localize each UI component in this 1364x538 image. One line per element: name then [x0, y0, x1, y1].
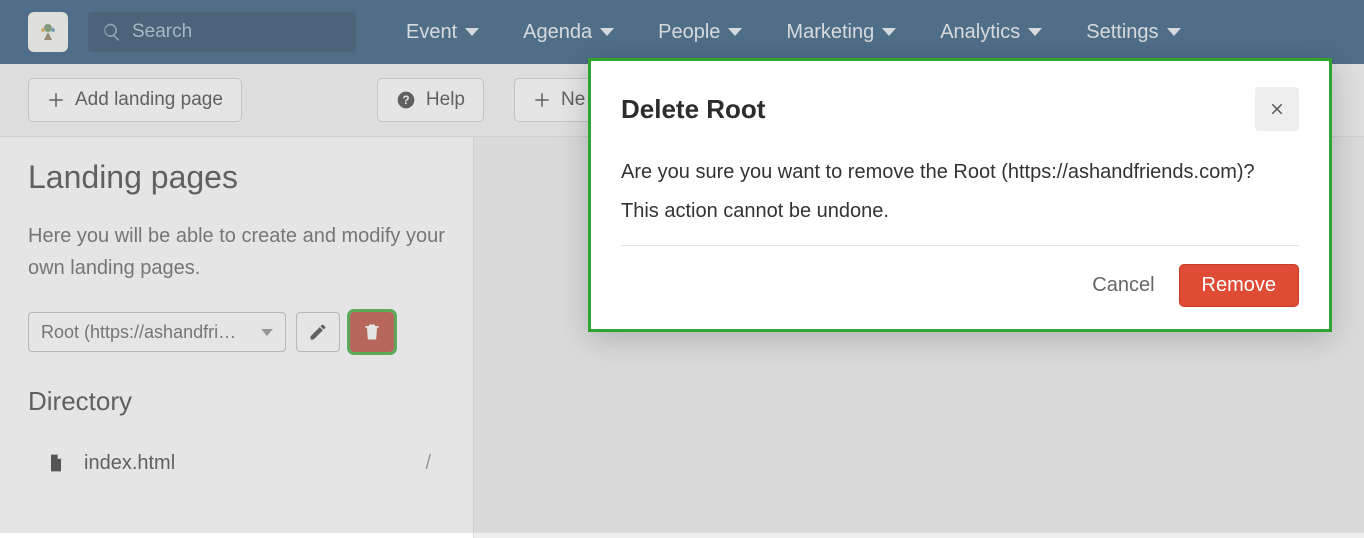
- sidebar-intro: Here you will be able to create and modi…: [28, 220, 445, 284]
- help-icon: ?: [396, 90, 416, 110]
- pencil-icon: [308, 322, 328, 342]
- root-select[interactable]: Root (https://ashandfri…: [28, 312, 286, 352]
- nav-item-agenda[interactable]: Agenda: [501, 21, 636, 44]
- button-label: Ne: [561, 89, 585, 111]
- directory-heading: Directory: [28, 386, 445, 417]
- help-button[interactable]: ? Help: [377, 78, 484, 122]
- edit-root-button[interactable]: [296, 312, 340, 352]
- remove-button[interactable]: Remove: [1179, 264, 1299, 307]
- search-icon: [102, 22, 122, 42]
- cancel-button[interactable]: Cancel: [1092, 274, 1154, 297]
- nav-label: Marketing: [786, 21, 874, 44]
- chevron-down-icon: [600, 28, 614, 36]
- nav-label: Agenda: [523, 21, 592, 44]
- nav-label: Analytics: [940, 21, 1020, 44]
- nav-item-people[interactable]: People: [636, 21, 764, 44]
- plus-icon: [47, 91, 65, 109]
- chevron-down-icon: [882, 28, 896, 36]
- root-row: Root (https://ashandfri…: [28, 312, 445, 352]
- search-input[interactable]: [132, 21, 332, 43]
- modal-body: Are you sure you want to remove the Root…: [621, 153, 1299, 246]
- root-select-label: Root (https://ashandfri…: [41, 322, 236, 343]
- directory-slash: /: [425, 452, 445, 475]
- close-icon: [1268, 100, 1286, 118]
- chevron-down-icon: [1028, 28, 1042, 36]
- close-button[interactable]: [1255, 87, 1299, 131]
- svg-text:?: ?: [402, 94, 409, 107]
- add-landing-page-button[interactable]: Add landing page: [28, 78, 242, 122]
- button-label: Add landing page: [75, 89, 223, 111]
- modal-footer: Cancel Remove: [621, 264, 1299, 307]
- nav-label: People: [658, 21, 720, 44]
- nav-label: Settings: [1086, 21, 1158, 44]
- chevron-down-icon: [1167, 28, 1181, 36]
- nav-item-settings[interactable]: Settings: [1064, 21, 1202, 44]
- directory-row[interactable]: index.html /: [28, 443, 445, 483]
- modal-text-line2: This action cannot be undone.: [621, 192, 1299, 231]
- nav-item-analytics[interactable]: Analytics: [918, 21, 1064, 44]
- top-nav: Event Agenda People Marketing Analytics …: [0, 0, 1364, 64]
- search-box[interactable]: [88, 12, 356, 52]
- delete-root-button[interactable]: [350, 312, 394, 352]
- nav-label: Event: [406, 21, 457, 44]
- nav-items: Event Agenda People Marketing Analytics …: [384, 21, 1203, 44]
- plus-icon: [533, 91, 551, 109]
- delete-root-modal: Delete Root Are you sure you want to rem…: [588, 58, 1332, 332]
- chevron-down-icon: [261, 329, 273, 336]
- directory-filename: index.html: [84, 452, 175, 475]
- file-icon: [46, 451, 66, 475]
- trash-icon: [362, 322, 382, 342]
- sidebar: Landing pages Here you will be able to c…: [0, 137, 474, 538]
- button-label: Help: [426, 89, 465, 111]
- nav-item-event[interactable]: Event: [384, 21, 501, 44]
- app-logo[interactable]: [28, 12, 68, 52]
- modal-title: Delete Root: [621, 94, 765, 125]
- modal-header: Delete Root: [621, 87, 1299, 131]
- modal-text-line1: Are you sure you want to remove the Root…: [621, 153, 1299, 192]
- page-title: Landing pages: [28, 159, 445, 196]
- chevron-down-icon: [728, 28, 742, 36]
- chevron-down-icon: [465, 28, 479, 36]
- nav-item-marketing[interactable]: Marketing: [764, 21, 918, 44]
